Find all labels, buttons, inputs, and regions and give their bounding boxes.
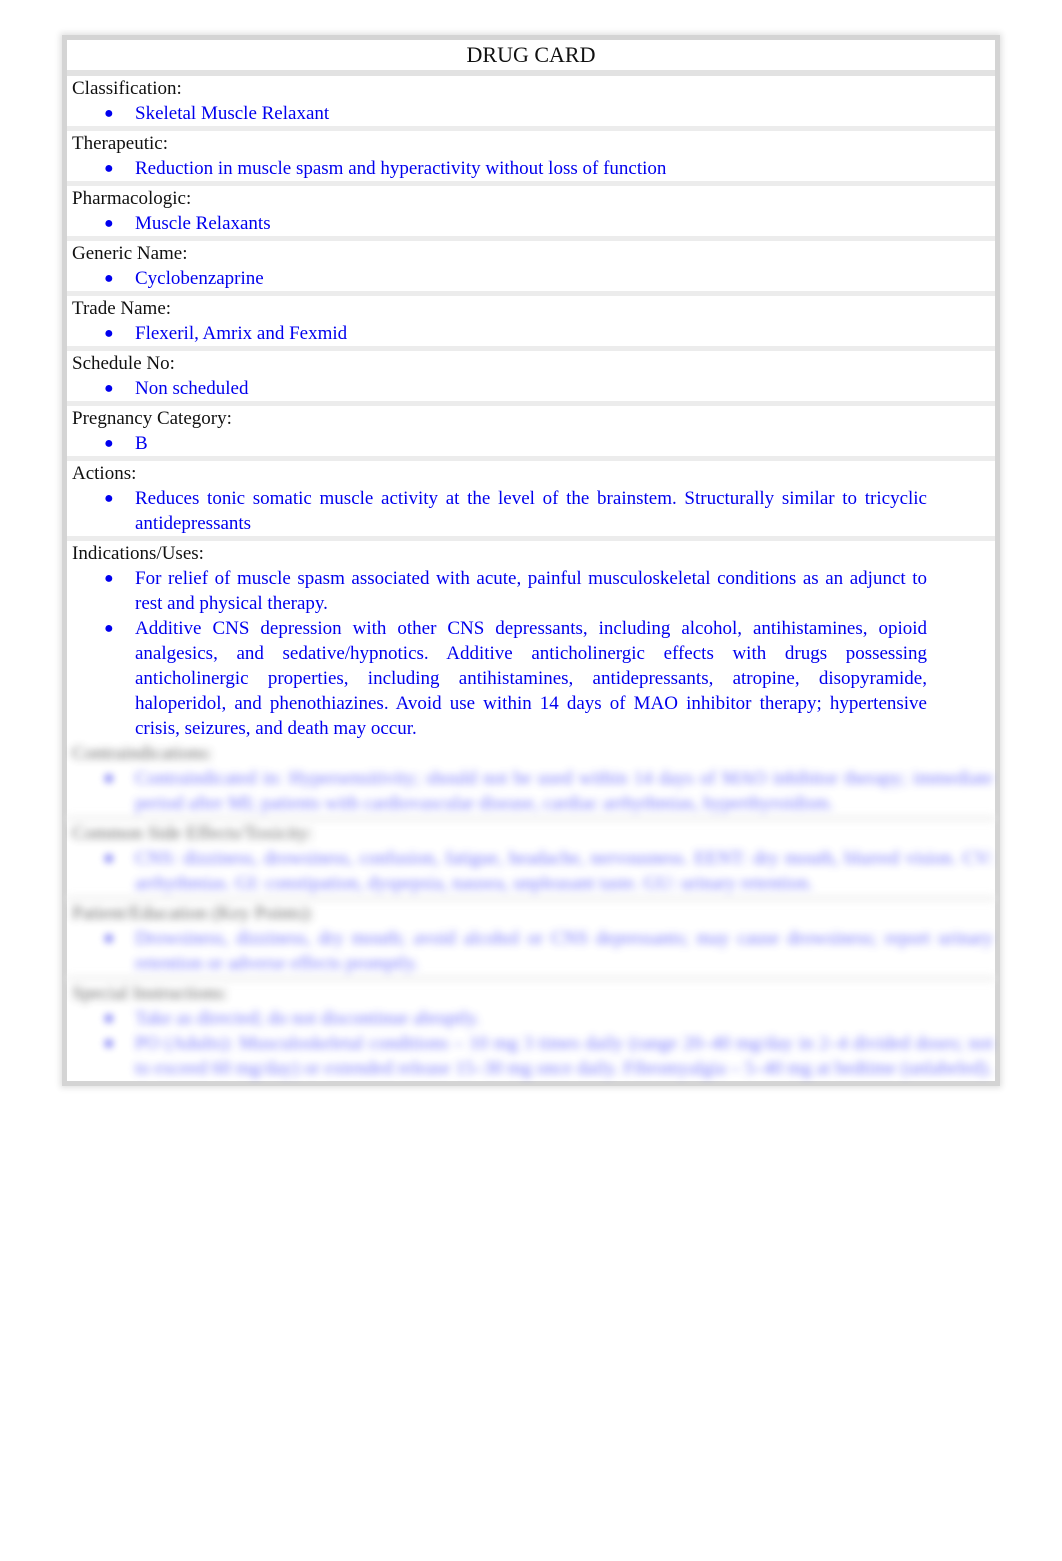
section-actions: Actions: ● Reduces tonic somatic muscle ac…	[67, 461, 995, 541]
list-item: ● For relief of muscle spasm associated w…	[72, 566, 995, 616]
section-label: Trade Name:	[72, 298, 172, 319]
section-generic-name: Generic Name: ● Cyclobenzaprine	[67, 241, 995, 296]
list-item: ● Drowsiness, dizziness, dry mouth; avoid…	[72, 926, 995, 976]
section-trade-name: Trade Name: ● Flexeril, Amrix and Fexmid	[67, 296, 995, 351]
section-label: Pharmacologic:	[72, 188, 192, 209]
section-label: Therapeutic:	[72, 133, 169, 154]
section-list: ● For relief of muscle spasm associated w…	[72, 566, 995, 741]
blurred-sections: Contraindications: ● Contraindicated in: H…	[67, 741, 995, 1081]
bullet-icon: ●	[104, 105, 114, 122]
bullet-icon: ●	[104, 1010, 114, 1027]
section-list: ● CNS: dizziness, drowsiness, confusion, …	[72, 846, 995, 896]
bullet-icon: ●	[104, 850, 114, 867]
section-list: ● B	[72, 431, 995, 456]
bullet-icon: ●	[104, 325, 114, 342]
bullet-icon: ●	[104, 435, 114, 452]
list-item-text: Drowsiness, dizziness, dry mouth; avoid …	[135, 928, 993, 974]
section-list: ● Flexeril, Amrix and Fexmid	[72, 321, 995, 346]
list-item-text: Reduces tonic somatic muscle activity at…	[135, 488, 927, 534]
list-item-text: Skeletal Muscle Relaxant	[135, 103, 330, 124]
bullet-icon: ●	[104, 215, 114, 232]
section-list: ● Take as directed; do not discontinue ab…	[72, 1006, 995, 1081]
section-classification: Classification: ● Skeletal Muscle Relaxant	[67, 76, 995, 131]
section-pharmacologic: Pharmacologic: ● Muscle Relaxants	[67, 186, 995, 241]
list-item-text: Contraindicated in: Hypersensitivity; sh…	[135, 768, 993, 814]
section-label: Patient/Education (Key Points):	[72, 903, 314, 924]
section-label: Special Instructions:	[72, 983, 228, 1004]
bullet-icon: ●	[104, 930, 114, 947]
bullet-icon: ●	[104, 620, 114, 637]
section-therapeutic: Therapeutic: ● Reduction in muscle spasm a…	[67, 131, 995, 186]
section-special-instructions: Special Instructions: ● Take as directed; …	[67, 981, 995, 1081]
drug-card: DRUG CARD Classification: ● Skeletal Muscl…	[62, 35, 1000, 1086]
list-item-text: PO (Adults): Musculoskeletal conditions …	[135, 1033, 993, 1079]
list-item-text: For relief of muscle spasm associated wi…	[135, 568, 927, 614]
section-list: ● Muscle Relaxants	[72, 211, 995, 236]
section-list: ● Drowsiness, dizziness, dry mouth; avoid…	[72, 926, 995, 976]
bullet-icon: ●	[104, 570, 114, 587]
list-item: ● Skeletal Muscle Relaxant	[72, 101, 995, 126]
list-item-text: Additive CNS depression with other CNS d…	[135, 618, 927, 739]
section-common-side-effects-toxicity: Common Side Effects/Toxicity: ● CNS: dizzi…	[67, 821, 995, 901]
section-list: ● Reduces tonic somatic muscle activity a…	[72, 486, 995, 536]
list-item: ● Take as directed; do not discontinue ab…	[72, 1006, 995, 1031]
list-item-text: Cyclobenzaprine	[135, 268, 264, 289]
section-label: Actions:	[72, 463, 137, 484]
section-label: Classification:	[72, 78, 182, 99]
list-item-text: Reduction in muscle spasm and hyperactiv…	[135, 158, 667, 179]
section-contraindications: Contraindications: ● Contraindicated in: H…	[67, 741, 995, 821]
bullet-icon: ●	[104, 770, 114, 787]
section-list: ● Reduction in muscle spasm and hyperacti…	[72, 156, 995, 181]
drug-card-sections: Classification: ● Skeletal Muscle Relaxant…	[67, 76, 995, 741]
list-item: ● PO (Adults): Musculoskeletal conditions…	[72, 1031, 995, 1081]
bullet-icon: ●	[104, 1035, 114, 1052]
list-item-text: B	[135, 433, 148, 454]
section-pregnancy-category: Pregnancy Category: ● B	[67, 406, 995, 461]
section-label: Pregnancy Category:	[72, 408, 232, 429]
list-item: ● CNS: dizziness, drowsiness, confusion, …	[72, 846, 995, 896]
list-item-text: CNS: dizziness, drowsiness, confusion, f…	[135, 848, 993, 894]
bullet-icon: ●	[104, 490, 114, 507]
section-label: Indications/Uses:	[72, 543, 204, 564]
section-schedule-no: Schedule No: ● Non scheduled	[67, 351, 995, 406]
bullet-icon: ●	[104, 160, 114, 177]
section-label: Schedule No:	[72, 353, 175, 374]
section-label: Contraindications:	[72, 743, 213, 764]
list-item-text: Muscle Relaxants	[135, 213, 271, 234]
drug-card-title: DRUG CARD	[67, 40, 995, 76]
list-item: ● Flexeril, Amrix and Fexmid	[72, 321, 995, 346]
section-list: ● Skeletal Muscle Relaxant	[72, 101, 995, 126]
list-item: ● Non scheduled	[72, 376, 995, 401]
list-item: ● Cyclobenzaprine	[72, 266, 995, 291]
list-item: ● Contraindicated in: Hypersensitivity; s…	[72, 766, 995, 816]
list-item: ● Reduces tonic somatic muscle activity a…	[72, 486, 995, 536]
list-item: ● Additive CNS depression with other CNS …	[72, 616, 995, 741]
section-list: ● Contraindicated in: Hypersensitivity; s…	[72, 766, 995, 816]
list-item-text: Flexeril, Amrix and Fexmid	[135, 323, 348, 344]
list-item: ● Muscle Relaxants	[72, 211, 995, 236]
list-item-text: Take as directed; do not discontinue abr…	[135, 1008, 481, 1029]
bullet-icon: ●	[104, 270, 114, 287]
list-item-text: Non scheduled	[135, 378, 249, 399]
section-list: ● Non scheduled	[72, 376, 995, 401]
section-label: Common Side Effects/Toxicity:	[72, 823, 314, 844]
section-list: ● Cyclobenzaprine	[72, 266, 995, 291]
section-patient-education-key-points: Patient/Education (Key Points): ● Drowsine…	[67, 901, 995, 981]
list-item: ● B	[72, 431, 995, 456]
section-label: Generic Name:	[72, 243, 188, 264]
section-indications-uses: Indications/Uses: ● For relief of muscle s…	[67, 541, 995, 741]
bullet-icon: ●	[104, 380, 114, 397]
list-item: ● Reduction in muscle spasm and hyperacti…	[72, 156, 995, 181]
